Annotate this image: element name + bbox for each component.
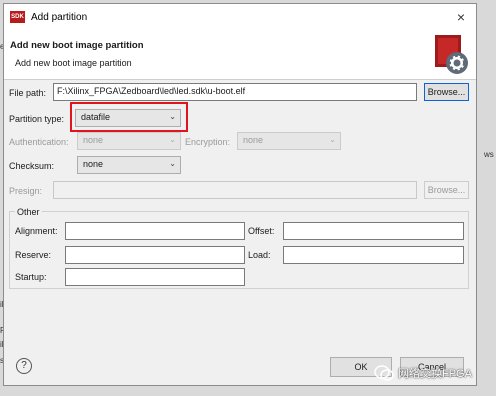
offset-label: Offset:	[248, 226, 275, 236]
load-input[interactable]	[283, 246, 464, 264]
encryption-label: Encryption:	[185, 137, 231, 147]
reserve-input[interactable]	[65, 246, 245, 264]
encryption-select[interactable]: none ⌄	[237, 132, 341, 150]
other-group-label: Other	[15, 207, 42, 217]
checksum-value: none	[83, 159, 104, 169]
browse-button[interactable]: Browse...	[424, 83, 469, 101]
close-icon[interactable]: ×	[454, 10, 468, 24]
alignment-label: Alignment:	[15, 226, 58, 236]
checksum-label: Checksum:	[9, 161, 55, 171]
help-icon[interactable]: ?	[16, 358, 32, 374]
chevron-down-icon: ⌄	[169, 159, 176, 168]
partition-type-label: Partition type:	[9, 114, 65, 124]
dialog-banner: Add new boot image partition Add new boo…	[4, 30, 476, 80]
file-path-label: File path:	[9, 88, 47, 98]
file-path-input[interactable]: F:\Xilinx_FPGA\Zedboard\led\led.sdk\u-bo…	[53, 83, 417, 101]
red-highlight-box	[70, 102, 188, 132]
add-partition-dialog: SDK Add partition × Add new boot image p…	[3, 3, 477, 386]
alignment-input[interactable]	[65, 222, 245, 240]
title-bar: SDK Add partition ×	[4, 4, 476, 30]
background-text-fragment: ws	[484, 150, 494, 159]
chevron-down-icon: ⌄	[169, 135, 176, 144]
banner-subtitle: Add new boot image partition	[15, 58, 132, 68]
presign-label: Presign:	[9, 186, 43, 196]
offset-input[interactable]	[283, 222, 464, 240]
reserve-label: Reserve:	[15, 250, 52, 260]
chevron-down-icon: ⌄	[329, 135, 336, 144]
authentication-label: Authentication:	[9, 137, 69, 147]
settings-gear-icon	[435, 35, 468, 74]
banner-title: Add new boot image partition	[10, 40, 144, 51]
load-label: Load:	[248, 250, 271, 260]
watermark-text: 网络交换FPGA	[398, 368, 472, 380]
authentication-select[interactable]: none ⌄	[77, 132, 181, 150]
startup-label: Startup:	[15, 272, 47, 282]
startup-input[interactable]	[65, 268, 245, 286]
window-title: Add partition	[31, 11, 88, 23]
presign-browse-button[interactable]: Browse...	[424, 181, 469, 199]
wechat-logo-icon	[374, 365, 394, 381]
watermark: 网络交换FPGA	[374, 364, 472, 382]
checksum-select[interactable]: none ⌄	[77, 156, 181, 174]
encryption-value: none	[243, 135, 264, 145]
authentication-value: none	[83, 135, 104, 145]
sdk-app-icon: SDK	[10, 11, 25, 23]
presign-input[interactable]	[53, 181, 417, 199]
